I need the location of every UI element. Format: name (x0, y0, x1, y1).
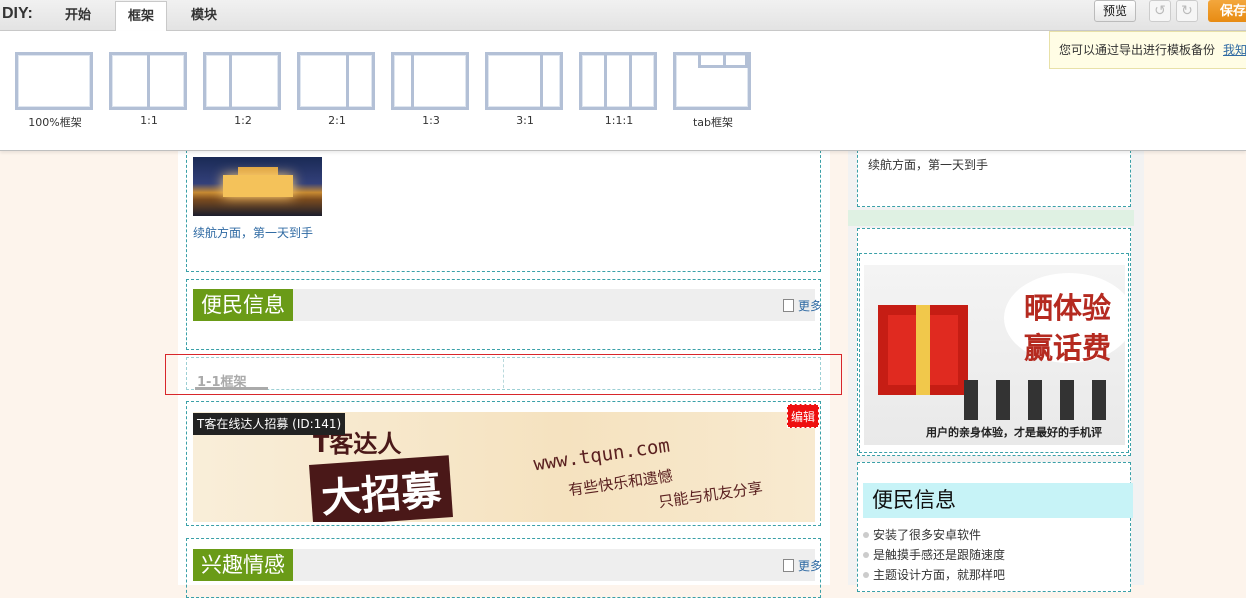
right-column-separator (848, 210, 1134, 226)
frame-option-label: tab框架 (692, 116, 734, 129)
frame-option-2-1[interactable]: 2:1 (297, 52, 377, 127)
undo-icon[interactable]: ↺ (1149, 0, 1171, 22)
more-link[interactable]: 更多 (783, 297, 822, 314)
photo-caption-link[interactable]: 续航方面，第一天到手 (193, 224, 313, 241)
save-button[interactable]: 保存 (1208, 0, 1246, 22)
right-top-caption: 续航方面，第一天到手 (868, 158, 989, 172)
frame-2-1-icon (297, 52, 375, 110)
module-tooltip: T客在线达人招募 (ID:141) (193, 413, 346, 435)
tab-start[interactable]: 开始 (50, 1, 106, 31)
frame-option-3-1[interactable]: 3:1 (485, 52, 565, 127)
frame-option-label: 3:1 (516, 114, 534, 127)
edit-button[interactable]: 编辑 (787, 404, 819, 428)
frame-option-1-3[interactable]: 1:3 (391, 52, 471, 127)
tab-module[interactable]: 模块 (176, 1, 232, 31)
right-section-title: 便民信息 (863, 483, 1133, 518)
promo-ad-image[interactable]: 晒体验 赢话费 用户的亲身体验，才是最好的手机评 (864, 265, 1125, 445)
hotel-photo[interactable] (193, 157, 322, 216)
frame-option-label: 1:1:1 (604, 114, 634, 127)
frame-1-3-icon (391, 52, 469, 110)
frame-1-2-icon (203, 52, 281, 110)
tip-text: 您可以通过导出进行模板备份 (1059, 43, 1216, 57)
redo-icon[interactable]: ↻ (1176, 0, 1198, 22)
frame-option-100[interactable]: 100%框架 (15, 52, 95, 130)
list-item[interactable]: 安装了很多安卓软件 (863, 525, 1133, 545)
document-icon (783, 299, 794, 312)
more-link-label[interactable]: 更多 (798, 559, 822, 573)
preview-button[interactable]: 预览 (1094, 0, 1136, 22)
frame-option-1-1-1[interactable]: 1:1:1 (579, 52, 659, 127)
frame-title-underline (195, 387, 268, 390)
banner-big-text: 大招募 (309, 455, 453, 522)
section-title: 兴趣情感 (193, 549, 293, 581)
document-icon (783, 559, 794, 572)
phones-graphic (964, 380, 1124, 420)
right-info-list: 安装了很多安卓软件 是触摸手感还是跟随速度 主题设计方面，就那样吧 (863, 525, 1133, 585)
backup-tip: 您可以通过导出进行模板备份 我知 (1049, 31, 1246, 69)
frame-1-1-1-icon (579, 52, 657, 110)
more-link-label[interactable]: 更多 (798, 299, 822, 313)
section-title: 便民信息 (193, 289, 293, 321)
frame-3-1-icon (485, 52, 563, 110)
diy-label: DIY: (2, 5, 33, 22)
frame-option-label: 1:2 (234, 114, 252, 127)
frame-option-1-1[interactable]: 1:1 (109, 52, 189, 127)
frame-option-1-2[interactable]: 1:2 (203, 52, 283, 127)
list-item[interactable]: 主题设计方面，就那样吧 (863, 565, 1133, 585)
frame-tab-icon (673, 52, 751, 110)
tip-link[interactable]: 我知 (1223, 43, 1246, 57)
frame-option-tab[interactable]: tab框架 (673, 52, 753, 130)
more-link[interactable]: 更多 (783, 557, 822, 574)
ad-slogan: 用户的亲身体验，才是最好的手机评 (926, 426, 1102, 439)
list-item[interactable]: 是触摸手感还是跟随速度 (863, 545, 1133, 565)
gift-ribbon-graphic (916, 305, 930, 395)
tab-frame[interactable]: 框架 (115, 1, 167, 32)
frame-1-1-icon (109, 52, 187, 110)
frame-option-label: 100%框架 (28, 116, 82, 129)
ad-headline-2: 赢话费 (1024, 331, 1112, 365)
page-margin-right (1144, 150, 1246, 585)
frame-option-label: 1:3 (422, 114, 440, 127)
frame-option-label: 2:1 (328, 114, 346, 127)
frame-option-label: 1:1 (140, 114, 158, 127)
frame-100-icon (15, 52, 93, 110)
ad-headline-1: 晒体验 (1024, 291, 1112, 325)
